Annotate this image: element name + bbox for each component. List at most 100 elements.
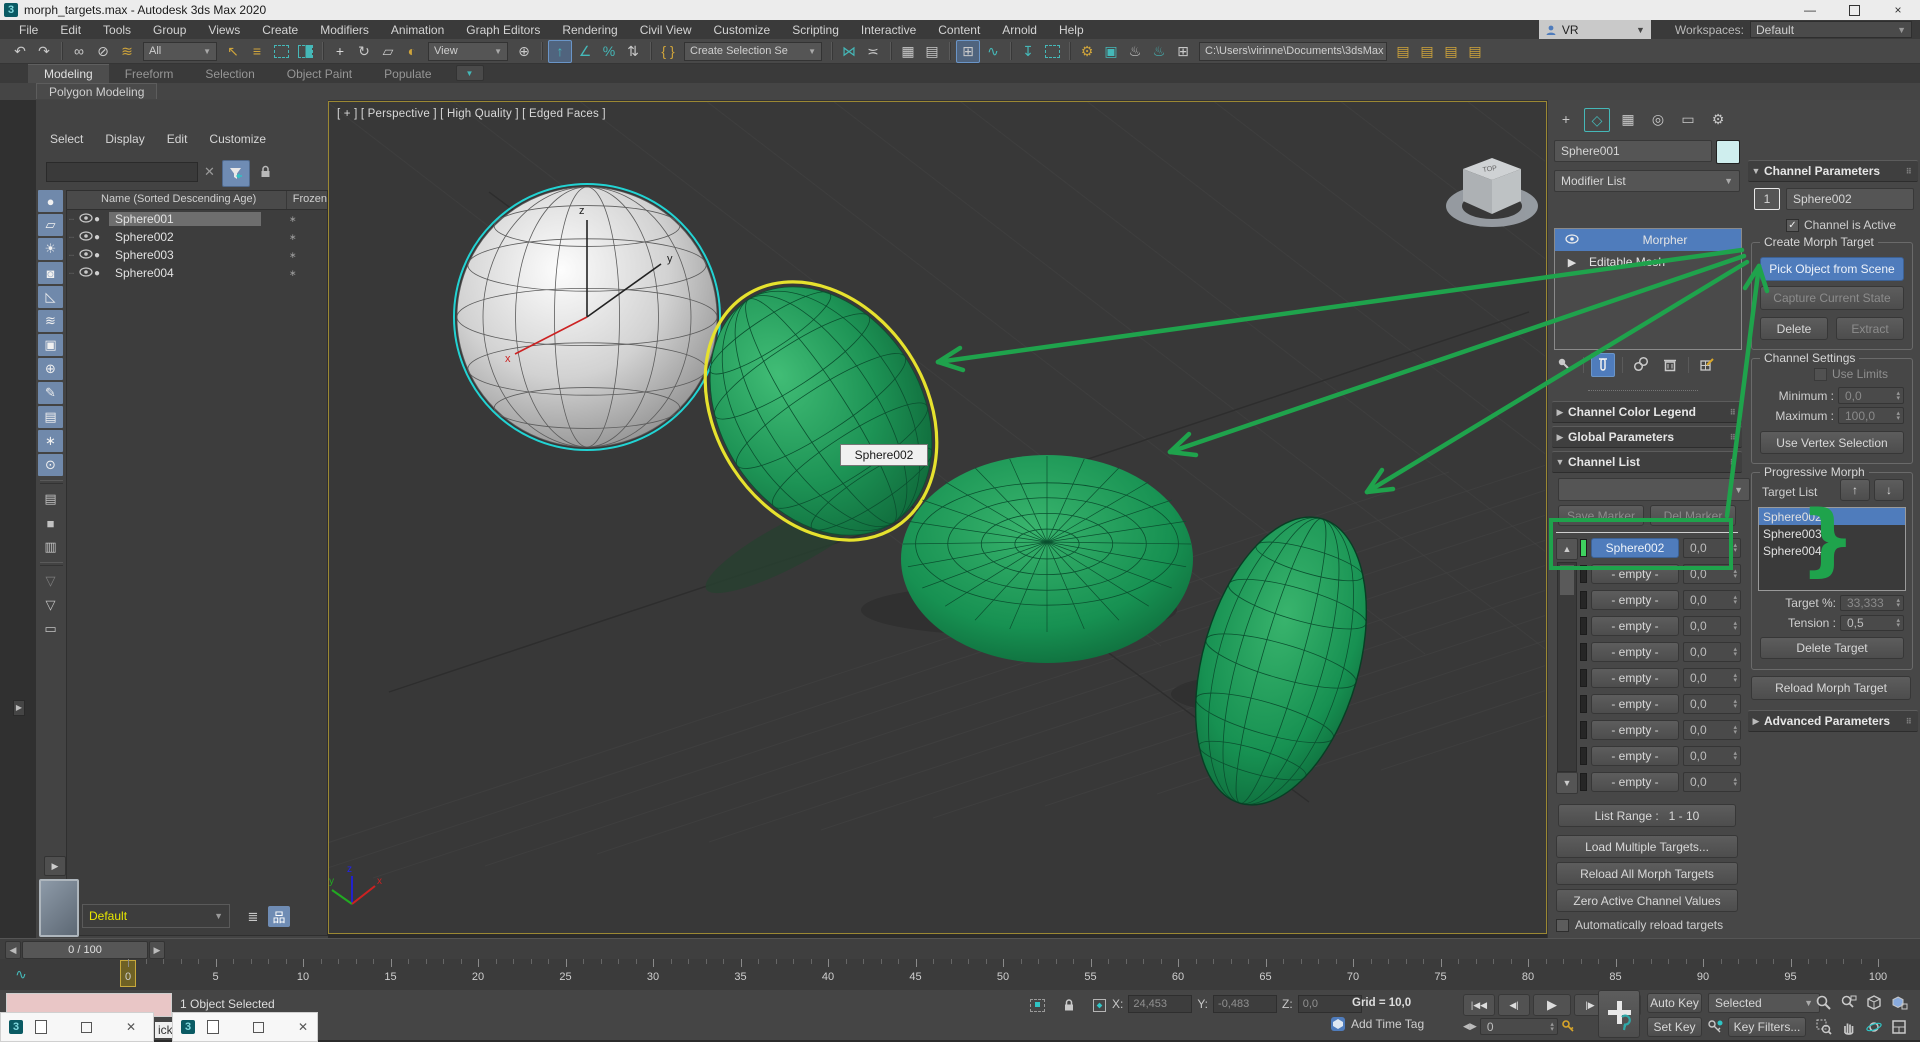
channel-row-10[interactable]: - empty - 0,0▴▾ xyxy=(1580,772,1741,792)
unlink-selection-icon[interactable]: ⊘ xyxy=(92,41,114,62)
menu-create[interactable]: Create xyxy=(251,21,309,39)
channel-value-spinner[interactable]: 0,0▴▾ xyxy=(1683,694,1741,714)
channel-value-spinner[interactable]: 0,0▴▾ xyxy=(1683,746,1741,766)
isolate-cube-icon[interactable] xyxy=(1041,41,1063,62)
rendered-frame-window-icon[interactable]: ▣ xyxy=(1100,41,1122,62)
expand-icon[interactable]: ▶ xyxy=(1555,256,1589,269)
frozen-toggle[interactable]: ∗ xyxy=(289,232,297,243)
percent-snap-icon[interactable]: % xyxy=(598,41,620,62)
folder-open-icon[interactable]: ▤ xyxy=(1416,41,1438,62)
display-xrefs-icon[interactable]: ⊕ xyxy=(38,358,63,380)
object-name[interactable]: Sphere004 xyxy=(109,266,261,280)
selection-set-dropdown[interactable]: Selected ▼ xyxy=(1708,993,1820,1013)
channel-target-button[interactable]: - empty - xyxy=(1591,564,1679,584)
display-particles-icon[interactable]: ∗ xyxy=(38,430,63,452)
eye-icon[interactable] xyxy=(79,230,94,244)
select-and-link-icon[interactable]: ∞ xyxy=(68,41,90,62)
active-layer-dropdown[interactable]: Default ▼ xyxy=(82,904,230,928)
render-toggle-icon[interactable]: ● xyxy=(94,232,109,243)
frozen-toggle[interactable]: ∗ xyxy=(289,214,297,225)
display-spacewarps-icon[interactable]: ≋ xyxy=(38,310,63,332)
auto-reload-checkbox-row[interactable]: Automatically reload targets xyxy=(1556,918,1723,932)
explorer-menu-customize[interactable]: Customize xyxy=(209,132,266,146)
menu-edit[interactable]: Edit xyxy=(49,21,92,39)
render-toggle-icon[interactable]: ● xyxy=(94,268,109,279)
object-name[interactable]: Sphere001 xyxy=(109,212,261,226)
reload-morph-target-button[interactable]: Reload Morph Target xyxy=(1751,676,1911,700)
menu-scripting[interactable]: Scripting xyxy=(781,21,850,39)
ribbon-tab-selection[interactable]: Selection xyxy=(189,65,270,83)
display-hidden-icon[interactable]: ⊙ xyxy=(38,454,63,476)
table-row-sphere002[interactable]: ┈ ● Sphere002 ∗ xyxy=(67,228,327,246)
mini-curve-editor-icon[interactable]: ∿ xyxy=(10,963,32,985)
menu-modifiers[interactable]: Modifiers xyxy=(309,21,380,39)
play-icon[interactable]: ▶ xyxy=(1533,994,1571,1016)
pin-stack-icon[interactable] xyxy=(1554,354,1576,376)
polygon-modeling-panel-button[interactable]: Polygon Modeling xyxy=(36,83,157,99)
project-folder-dropdown[interactable]: C:\Users\virinne\Documents\3dsMax▼ xyxy=(1199,42,1387,61)
snaps-toggle-icon[interactable]: ↑ xyxy=(548,40,572,63)
object-name[interactable]: Sphere002 xyxy=(109,230,261,244)
explorer-menu-select[interactable]: Select xyxy=(50,132,83,146)
menu-tools[interactable]: Tools xyxy=(92,21,142,39)
layer-manager-icon[interactable]: ▦ xyxy=(897,41,919,62)
eye-icon[interactable] xyxy=(79,248,94,262)
extract-button[interactable]: Extract xyxy=(1836,317,1904,340)
redo-icon[interactable]: ↷ xyxy=(33,41,55,62)
channel-row-7[interactable]: - empty - 0,0▴▾ xyxy=(1580,694,1741,714)
modifier-list-dropdown[interactable]: Modifier List ▼ xyxy=(1554,170,1740,192)
channel-row-1[interactable]: Sphere002 0,0▴▾ xyxy=(1580,538,1741,558)
select-and-scale-icon[interactable]: ▱ xyxy=(377,41,399,62)
frame-number-field[interactable]: 0 ▴▾ xyxy=(1480,1018,1558,1035)
close-icon[interactable]: ✕ xyxy=(126,1020,136,1034)
auto-key-button[interactable]: Auto Key xyxy=(1647,993,1702,1013)
ribbon-tab-modeling[interactable]: Modeling xyxy=(28,64,109,83)
render-cloud-icon[interactable]: ♨ xyxy=(1148,41,1170,62)
panel-expand-button[interactable]: ▶ xyxy=(13,700,25,716)
zoom-icon[interactable] xyxy=(1812,992,1835,1014)
table-header[interactable]: Name (Sorted Descending Age) Frozen xyxy=(67,191,327,210)
modifier-stack-item-morpher[interactable]: Morpher xyxy=(1555,229,1741,251)
channel-target-button[interactable]: - empty - xyxy=(1591,616,1679,636)
target-list-item-sphere003[interactable]: Sphere003 xyxy=(1759,525,1905,542)
channel-scrollbar[interactable] xyxy=(1557,562,1577,772)
filter-settings-icon[interactable]: ▽ xyxy=(38,570,63,592)
channel-value-spinner[interactable]: 0,0▴▾ xyxy=(1683,538,1741,558)
rollout-channel-parameters[interactable]: ▼ Channel Parameters ⠿ xyxy=(1748,160,1918,182)
view-columns-icon[interactable]: ▥ xyxy=(38,536,63,558)
channel-row-3[interactable]: - empty - 0,0▴▾ xyxy=(1580,590,1741,610)
channel-row-5[interactable]: - empty - 0,0▴▾ xyxy=(1580,642,1741,662)
eye-icon[interactable] xyxy=(79,266,94,280)
go-to-start-icon[interactable]: |◀◀ xyxy=(1463,994,1495,1016)
modify-tab[interactable]: ◇ xyxy=(1584,108,1610,132)
menu-civil-view[interactable]: Civil View xyxy=(629,21,703,39)
close-button[interactable]: × xyxy=(1876,0,1920,20)
motion-tab[interactable]: ◎ xyxy=(1646,108,1670,130)
marker-dropdown[interactable]: ▼ xyxy=(1558,478,1750,501)
capture-current-state-button[interactable]: Capture Current State xyxy=(1760,286,1904,310)
isolate-selection-icon[interactable] xyxy=(1026,994,1049,1016)
zoom-all-icon[interactable] xyxy=(1837,992,1860,1014)
delete-button[interactable]: Delete xyxy=(1760,317,1828,340)
minimize-button[interactable]: — xyxy=(1788,0,1832,20)
eye-icon[interactable] xyxy=(79,212,94,226)
previous-frame-arrow[interactable]: ◀ xyxy=(5,941,21,959)
channel-target-button[interactable]: Sphere002 xyxy=(1591,538,1679,558)
target-list-item-sphere004[interactable]: Sphere004 xyxy=(1759,542,1905,559)
use-pivot-point-icon[interactable]: ⊕ xyxy=(513,41,535,62)
ribbon-tab-object-paint[interactable]: Object Paint xyxy=(271,65,368,83)
absolute-offset-mode-icon[interactable] xyxy=(1088,994,1111,1016)
scene-explorer-toggle-icon[interactable]: ⊞ xyxy=(956,40,980,63)
restore-icon[interactable] xyxy=(81,1022,92,1033)
lock-icon[interactable] xyxy=(258,164,274,180)
modifier-stack-item-editable-mesh[interactable]: ▶Editable Mesh xyxy=(1555,251,1741,273)
pan-icon[interactable] xyxy=(1837,1016,1860,1038)
eye-icon[interactable] xyxy=(1555,234,1589,247)
display-bones-icon[interactable]: ✎ xyxy=(38,382,63,404)
table-row-sphere001[interactable]: ┈ ● Sphere001 ∗ xyxy=(67,210,327,228)
clear-search-icon[interactable]: ✕ xyxy=(204,164,215,180)
selection-filter-dropdown[interactable]: All▼ xyxy=(143,42,217,61)
channel-value-spinner[interactable]: 0,0▴▾ xyxy=(1683,616,1741,636)
channel-scroll-down-button[interactable]: ▼ xyxy=(1556,772,1578,794)
table-row-sphere003[interactable]: ┈ ● Sphere003 ∗ xyxy=(67,246,327,264)
